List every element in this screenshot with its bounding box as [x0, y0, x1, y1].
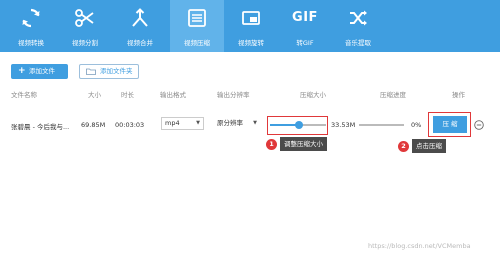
header-compress-progress: 压缩进度	[380, 91, 406, 99]
remove-icon[interactable]	[474, 120, 484, 130]
file-duration: 00:03:03	[115, 121, 145, 129]
tool-label: 视频压缩	[184, 39, 210, 47]
watermark: https://blog.csdn.net/VCMemba	[368, 242, 471, 250]
compress-icon	[188, 9, 206, 27]
tool-label: 音乐提取	[345, 39, 371, 47]
highlight-box-slider	[267, 116, 328, 135]
folder-icon	[86, 68, 96, 75]
shuffle-icon	[350, 10, 367, 26]
add-file-label: 添加文件	[29, 67, 55, 75]
scissors-icon	[75, 9, 94, 27]
compress-progress-value: 0%	[411, 121, 422, 129]
output-format-select[interactable]: mp4 ▼	[161, 117, 204, 130]
add-folder-label: 添加文件夹	[100, 67, 133, 75]
step-1-tooltip: 调整压缩大小	[280, 137, 327, 151]
tool-video-merge[interactable]: 视频合并	[113, 0, 167, 52]
tool-label: 视频合并	[127, 39, 153, 47]
chevron-down-icon: ▼	[253, 120, 257, 126]
step-2-badge: 2	[398, 141, 409, 152]
tool-label: 转GIF	[296, 39, 314, 47]
chevron-down-icon: ▼	[196, 120, 200, 126]
step-2-tooltip: 点击压缩	[412, 139, 446, 153]
merge-icon	[132, 8, 148, 27]
plus-icon: +	[18, 66, 26, 76]
compress-button[interactable]: 压 缩	[433, 116, 467, 133]
compress-size-value: 33.53M	[331, 121, 356, 129]
output-format-value: mp4	[165, 119, 180, 127]
output-resolution-select[interactable]: 原分辨率 ▼	[213, 117, 261, 130]
header-file-name: 文件名称	[11, 91, 37, 99]
header-duration: 时长	[121, 91, 134, 99]
tool-label: 视频旋转	[238, 39, 264, 47]
tool-video-convert[interactable]: 视频转换	[4, 0, 58, 52]
step-1-badge: 1	[266, 139, 277, 150]
header-compress-size: 压缩大小	[300, 91, 326, 99]
header-action: 操作	[452, 91, 465, 99]
output-resolution-value: 原分辨率	[217, 119, 243, 127]
tool-video-compress[interactable]: 视频压缩	[170, 0, 224, 52]
top-toolbar: 视频转换 视频分割 视频合并 视频压缩 视频旋转 GIF 转GIF 音乐提取	[0, 0, 500, 52]
tool-music-extract[interactable]: 音乐提取	[331, 0, 385, 52]
file-name: 张碧晨 - 今后我与...	[11, 123, 70, 131]
tool-to-gif[interactable]: GIF 转GIF	[278, 0, 332, 52]
convert-icon	[22, 8, 40, 28]
header-output-format: 输出格式	[160, 91, 186, 99]
gif-icon: GIF	[292, 10, 318, 25]
tool-video-rotate[interactable]: 视频旋转	[224, 0, 278, 52]
tool-label: 视频分割	[72, 39, 98, 47]
tool-label: 视频转换	[18, 39, 44, 47]
add-folder-button[interactable]: 添加文件夹	[79, 64, 139, 79]
header-size: 大小	[88, 91, 101, 99]
rotate-icon	[242, 11, 260, 25]
compress-progress-bar	[359, 124, 404, 126]
file-size: 69.85M	[81, 121, 106, 129]
header-output-resolution: 输出分辨率	[217, 91, 250, 99]
tool-video-split[interactable]: 视频分割	[58, 0, 112, 52]
add-file-button[interactable]: + 添加文件	[11, 64, 68, 79]
